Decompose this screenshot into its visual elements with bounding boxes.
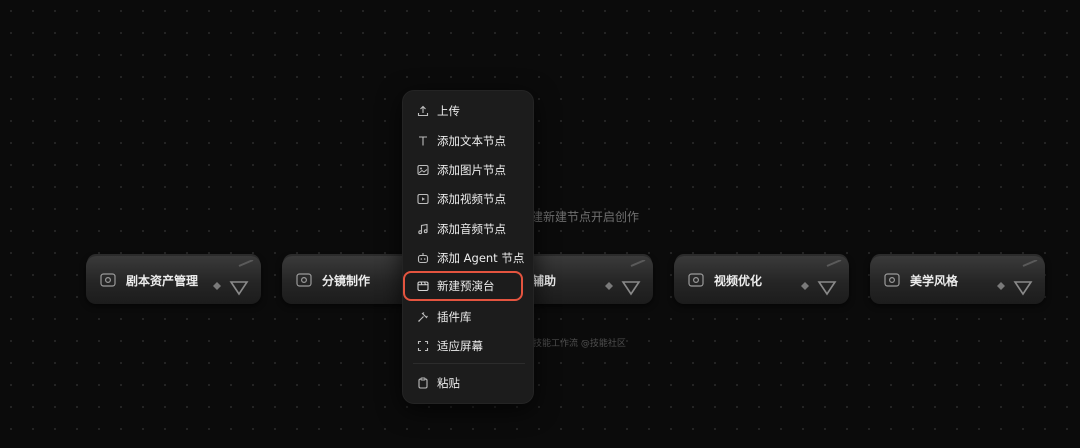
menu-item-label: 添加视频节点 [437, 192, 506, 206]
node-card-aesthetic-style[interactable]: 美学风格 [870, 256, 1045, 304]
menu-item-label: 粘贴 [437, 376, 460, 390]
node-card-title: 美学风格 [910, 273, 959, 288]
sparkle-deco-icon [213, 260, 254, 296]
context-menu: 上传 添加文本节点 添加图片节点 添加视频节点 添加音频节点 添加 Agent … [402, 90, 534, 404]
menu-item-add-image-node[interactable]: 添加图片节点 [409, 156, 529, 184]
menu-item-label: 添加文本节点 [437, 134, 506, 148]
image-node-icon [100, 273, 116, 287]
menu-item-paste[interactable]: 粘贴 [409, 369, 529, 397]
video-icon [417, 193, 429, 205]
music-icon [417, 223, 429, 235]
menu-item-plugin-library[interactable]: 插件库 [409, 303, 529, 331]
menu-item-label: 新建预演台 [437, 279, 495, 293]
paste-icon [417, 377, 429, 389]
agent-icon [417, 252, 429, 264]
menu-item-add-text-node[interactable]: 添加文本节点 [409, 127, 529, 155]
image-icon [417, 164, 429, 176]
menu-item-add-agent-node[interactable]: 添加 Agent 节点 [409, 244, 529, 272]
text-icon [417, 135, 429, 147]
watermark: 技能工作流 @技能社区 [533, 339, 626, 349]
plugin-icon [417, 311, 429, 323]
menu-item-upload[interactable]: 上传 [409, 97, 529, 125]
menu-item-label: 插件库 [437, 310, 472, 324]
menu-item-add-audio-node[interactable]: 添加音频节点 [409, 215, 529, 243]
stage-icon [417, 280, 429, 292]
node-card-title: 剧本资产管理 [126, 273, 199, 288]
node-card-video-optimize[interactable]: 视频优化 [674, 256, 849, 304]
menu-divider [413, 363, 525, 364]
node-card-title: 分镜制作 [322, 273, 371, 288]
sparkle-deco-icon [801, 260, 842, 296]
menu-item-label: 上传 [437, 104, 460, 118]
sparkle-deco-icon [997, 260, 1038, 296]
menu-item-add-video-node[interactable]: 添加视频节点 [409, 185, 529, 213]
fit-screen-icon [417, 340, 429, 352]
menu-item-label: 添加音频节点 [437, 222, 506, 236]
menu-item-label: 适应屏幕 [437, 339, 483, 353]
workflow-canvas[interactable]: 建新建节点开启创作 技能工作流 @技能社区 剧本资产管理 分镜制作 辅助 视频优… [0, 0, 1080, 448]
node-card-title: 辅助 [532, 273, 557, 288]
canvas-hint: 建新建节点开启创作 [531, 210, 640, 224]
image-node-icon [296, 273, 312, 287]
menu-item-fit-screen[interactable]: 适应屏幕 [409, 332, 529, 360]
menu-item-label: 添加图片节点 [437, 163, 506, 177]
image-node-icon [688, 273, 704, 287]
node-card-script-assets[interactable]: 剧本资产管理 [86, 256, 261, 304]
image-node-icon [884, 273, 900, 287]
node-card-title: 视频优化 [714, 273, 763, 288]
sparkle-deco-icon [605, 260, 646, 296]
upload-icon [417, 105, 429, 117]
menu-item-label: 添加 Agent 节点 [437, 251, 525, 265]
menu-item-new-preview-stage[interactable]: 新建预演台 [403, 271, 523, 301]
